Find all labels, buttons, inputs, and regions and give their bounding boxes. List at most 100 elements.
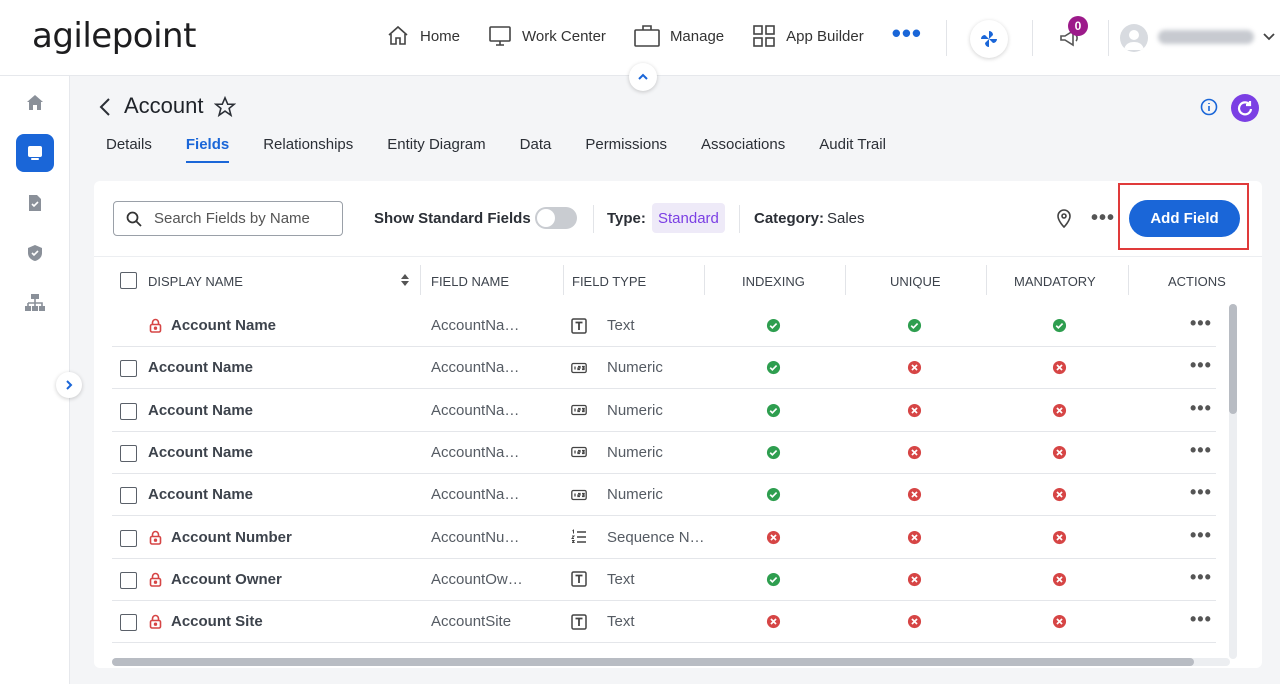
header-divider [1032, 20, 1033, 56]
grid-icon [753, 25, 775, 47]
horizontal-scrollbar[interactable] [112, 658, 1230, 666]
row-checkbox[interactable] [120, 444, 137, 462]
check-circle-icon [766, 487, 781, 507]
display-name-cell[interactable]: Account Site [171, 613, 263, 630]
row-checkbox[interactable] [120, 487, 137, 505]
nav-home[interactable]: Home [386, 24, 460, 48]
rail-data-entities[interactable] [16, 134, 54, 172]
display-name-cell[interactable]: Account Owner [171, 571, 282, 588]
nav-more-button[interactable]: ••• [892, 20, 922, 46]
expand-rail-button[interactable] [56, 372, 82, 398]
search-input[interactable] [154, 210, 334, 227]
row-checkbox[interactable] [120, 402, 137, 420]
search-box[interactable] [113, 201, 343, 236]
collapse-header-button[interactable] [629, 63, 657, 91]
row-actions-button[interactable]: ••• [1190, 355, 1212, 376]
col-mandatory[interactable]: MANDATORY [1014, 274, 1096, 289]
row-actions-button[interactable]: ••• [1190, 440, 1212, 461]
display-name-cell[interactable]: Account Name [148, 444, 253, 461]
x-circle-icon [907, 530, 922, 550]
field-name-cell: AccountNa… [431, 443, 520, 461]
nav-manage[interactable]: Manage [634, 24, 724, 48]
row-actions-button[interactable]: ••• [1190, 609, 1212, 630]
tab-permissions[interactable]: Permissions [585, 136, 667, 163]
column-divider [1128, 265, 1129, 295]
vertical-scroll-thumb[interactable] [1229, 304, 1237, 414]
refresh-button[interactable] [1231, 94, 1259, 122]
location-pin-icon[interactable] [1056, 208, 1072, 228]
horizontal-scroll-thumb[interactable] [112, 658, 1194, 666]
row-actions-button[interactable]: ••• [1190, 313, 1212, 334]
row-checkbox[interactable] [120, 571, 137, 589]
search-icon [126, 211, 142, 227]
avatar[interactable] [1120, 24, 1148, 52]
select-all-checkbox[interactable] [120, 272, 137, 289]
favorite-star-icon[interactable] [214, 96, 236, 118]
col-display-name[interactable]: DISPLAY NAME [148, 274, 243, 289]
refresh-icon [1237, 101, 1253, 116]
nav-work-center[interactable]: Work Center [488, 24, 606, 48]
display-name-cell[interactable]: Account Name [148, 486, 253, 503]
row-actions-button[interactable]: ••• [1190, 398, 1212, 419]
sort-icon[interactable] [400, 274, 410, 286]
table-row[interactable]: Account Owner AccountOw… Text ••• [112, 559, 1216, 601]
row-checkbox[interactable] [120, 529, 137, 547]
chevron-down-icon[interactable] [1262, 30, 1276, 44]
table-row[interactable]: Account Name AccountNa… Numeric ••• [112, 347, 1216, 390]
tab-fields[interactable]: Fields [185, 136, 230, 163]
tab-entity-diagram[interactable]: Entity Diagram [387, 136, 485, 163]
table-row[interactable]: Account Site AccountSite Text ••• [112, 601, 1216, 644]
ai-assistant-button[interactable] [970, 20, 1008, 58]
column-divider [420, 265, 421, 295]
x-circle-icon [1052, 530, 1067, 550]
rail-hierarchy[interactable] [22, 290, 48, 316]
info-icon[interactable] [1200, 98, 1218, 116]
row-actions-button[interactable]: ••• [1190, 482, 1212, 503]
rail-documents[interactable] [22, 190, 48, 216]
vertical-scrollbar[interactable] [1229, 304, 1237, 659]
row-checkbox[interactable] [120, 360, 137, 378]
add-field-button[interactable]: Add Field [1129, 200, 1240, 237]
category-value: Sales [827, 210, 865, 227]
show-standard-toggle[interactable] [535, 207, 577, 229]
numeric-icon [571, 404, 597, 416]
text-icon [571, 571, 597, 588]
row-actions-button[interactable]: ••• [1190, 525, 1212, 546]
tab-relationships[interactable]: Relationships [263, 136, 353, 163]
table-row[interactable]: Account Name AccountNa… Numeric ••• [112, 432, 1216, 474]
table-row[interactable]: Account Name AccountNa… Text ••• [112, 305, 1216, 347]
col-field-name[interactable]: FIELD NAME [431, 274, 509, 289]
table-row[interactable]: Account Number AccountNu… Sequence N… ••• [112, 517, 1216, 559]
row-actions-button[interactable]: ••• [1190, 567, 1212, 588]
display-name-cell[interactable]: Account Number [171, 529, 292, 546]
chevron-right-icon [66, 380, 73, 390]
x-circle-icon [907, 487, 922, 507]
tab-data[interactable]: Data [520, 136, 552, 163]
agilepoint-logo[interactable]: agilepoint [32, 16, 196, 56]
back-arrow-icon[interactable] [98, 96, 114, 118]
header-divider [946, 20, 947, 56]
more-options-button[interactable]: ••• [1091, 207, 1115, 230]
table-row[interactable]: Account Name AccountNa… Numeric ••• [112, 474, 1216, 517]
row-checkbox[interactable] [120, 614, 137, 632]
field-type-cell: Text [571, 317, 635, 334]
rail-security[interactable] [22, 240, 48, 266]
tab-audit-trail[interactable]: Audit Trail [819, 136, 886, 163]
check-circle-icon [766, 318, 781, 338]
col-indexing[interactable]: INDEXING [742, 274, 805, 289]
tab-details[interactable]: Details [106, 136, 152, 163]
col-unique[interactable]: UNIQUE [890, 274, 941, 289]
col-field-type[interactable]: FIELD TYPE [572, 274, 646, 289]
nav-app-builder[interactable]: App Builder [752, 24, 864, 48]
tab-associations[interactable]: Associations [701, 136, 785, 163]
type-chip[interactable]: Standard [652, 203, 725, 233]
rail-home[interactable] [22, 90, 48, 116]
username-blurred[interactable] [1158, 30, 1254, 44]
x-circle-icon [766, 530, 781, 550]
table-row[interactable]: Account Name AccountNa… Numeric ••• [112, 390, 1216, 432]
sequence-icon [571, 529, 597, 545]
display-name-cell[interactable]: Account Name [171, 317, 276, 334]
fields-card: Show Standard Fields Type: Standard Cate… [94, 181, 1262, 668]
display-name-cell[interactable]: Account Name [148, 402, 253, 419]
display-name-cell[interactable]: Account Name [148, 359, 253, 376]
